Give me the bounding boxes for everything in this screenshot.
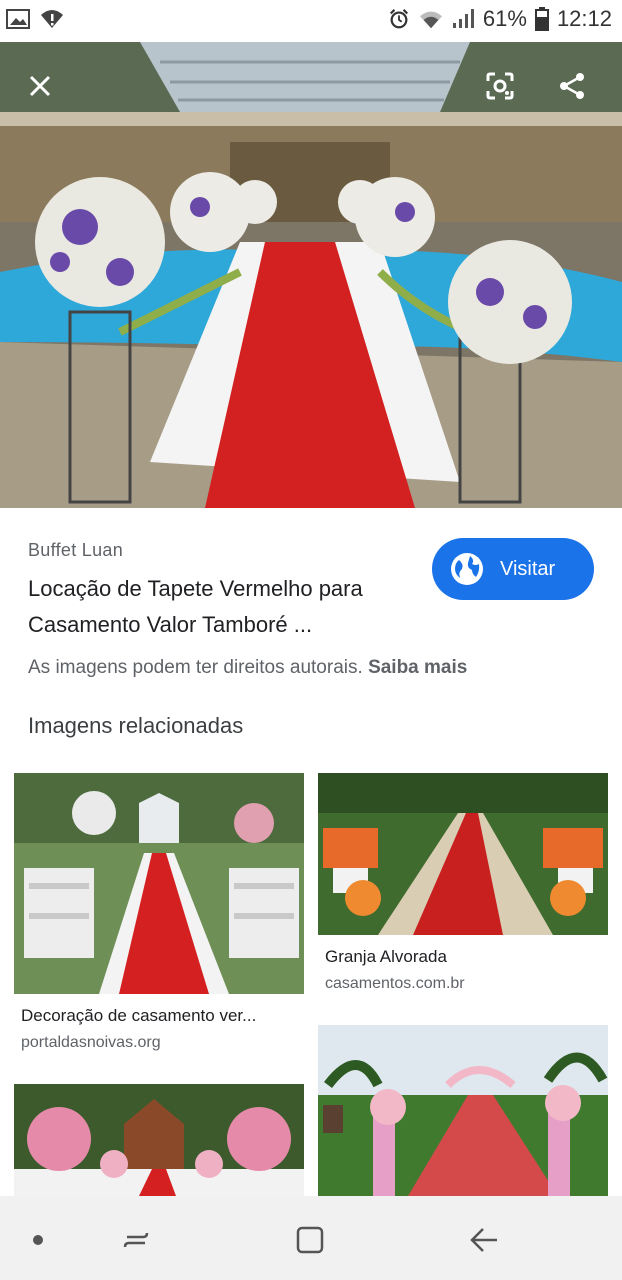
related-image-3[interactable]	[14, 1084, 304, 1196]
home-dot-icon	[33, 1235, 43, 1245]
overview-icon	[296, 1226, 324, 1254]
back-icon	[470, 1228, 497, 1252]
outdoor-aisle-thumbnail	[318, 773, 608, 935]
related-title-2[interactable]: Granja Alvorada	[325, 947, 447, 967]
copyright-notice: As imagens podem ter direitos autorais. …	[28, 657, 467, 679]
battery-percent: 61%	[482, 6, 527, 31]
share-button[interactable]	[550, 64, 594, 108]
close-button[interactable]	[18, 64, 62, 108]
related-image-2[interactable]	[318, 773, 608, 935]
flower-arrangement-thumbnail	[14, 1084, 304, 1196]
globe-icon	[451, 553, 483, 585]
wifi-alert-icon	[41, 10, 63, 28]
recents-icon	[123, 1232, 149, 1248]
visit-label: Visitar	[500, 557, 556, 580]
recents-button[interactable]	[116, 1220, 156, 1260]
close-icon	[29, 75, 51, 97]
status-bar: 61% 12:12	[0, 0, 622, 42]
alarm-icon	[389, 9, 408, 29]
back-button[interactable]	[464, 1220, 504, 1260]
wedding-aisle-thumbnail	[14, 773, 304, 994]
main-image[interactable]	[0, 42, 622, 508]
home-dot-button[interactable]	[18, 1220, 58, 1260]
related-image-4[interactable]	[318, 1025, 608, 1196]
image-icon	[6, 9, 30, 29]
lens-button[interactable]	[478, 64, 522, 108]
related-site-2[interactable]: casamentos.com.br	[325, 975, 465, 993]
result-title[interactable]: Locação de Tapete Vermelho para Casament…	[28, 571, 428, 643]
related-image-1[interactable]	[14, 773, 304, 994]
clock: 12:12	[556, 6, 612, 31]
related-title-1[interactable]: Decoração de casamento ver...	[21, 1006, 256, 1026]
share-icon	[560, 73, 584, 99]
signal-icon	[452, 9, 474, 28]
pink-aisle-thumbnail	[318, 1025, 608, 1196]
related-heading: Imagens relacionadas	[28, 713, 244, 738]
visit-button[interactable]: Visitar	[432, 538, 594, 600]
copyright-text: As imagens podem ter direitos autorais.	[28, 657, 363, 678]
learn-more-link[interactable]: Saiba mais	[368, 657, 467, 678]
related-site-1[interactable]: portaldasnoivas.org	[21, 1034, 161, 1052]
lens-icon	[486, 72, 514, 100]
navigation-bar	[0, 1196, 622, 1280]
wifi-icon	[419, 11, 442, 29]
battery-icon	[534, 7, 549, 31]
overview-button[interactable]	[290, 1220, 330, 1260]
wedding-aisle-photo	[0, 42, 622, 508]
